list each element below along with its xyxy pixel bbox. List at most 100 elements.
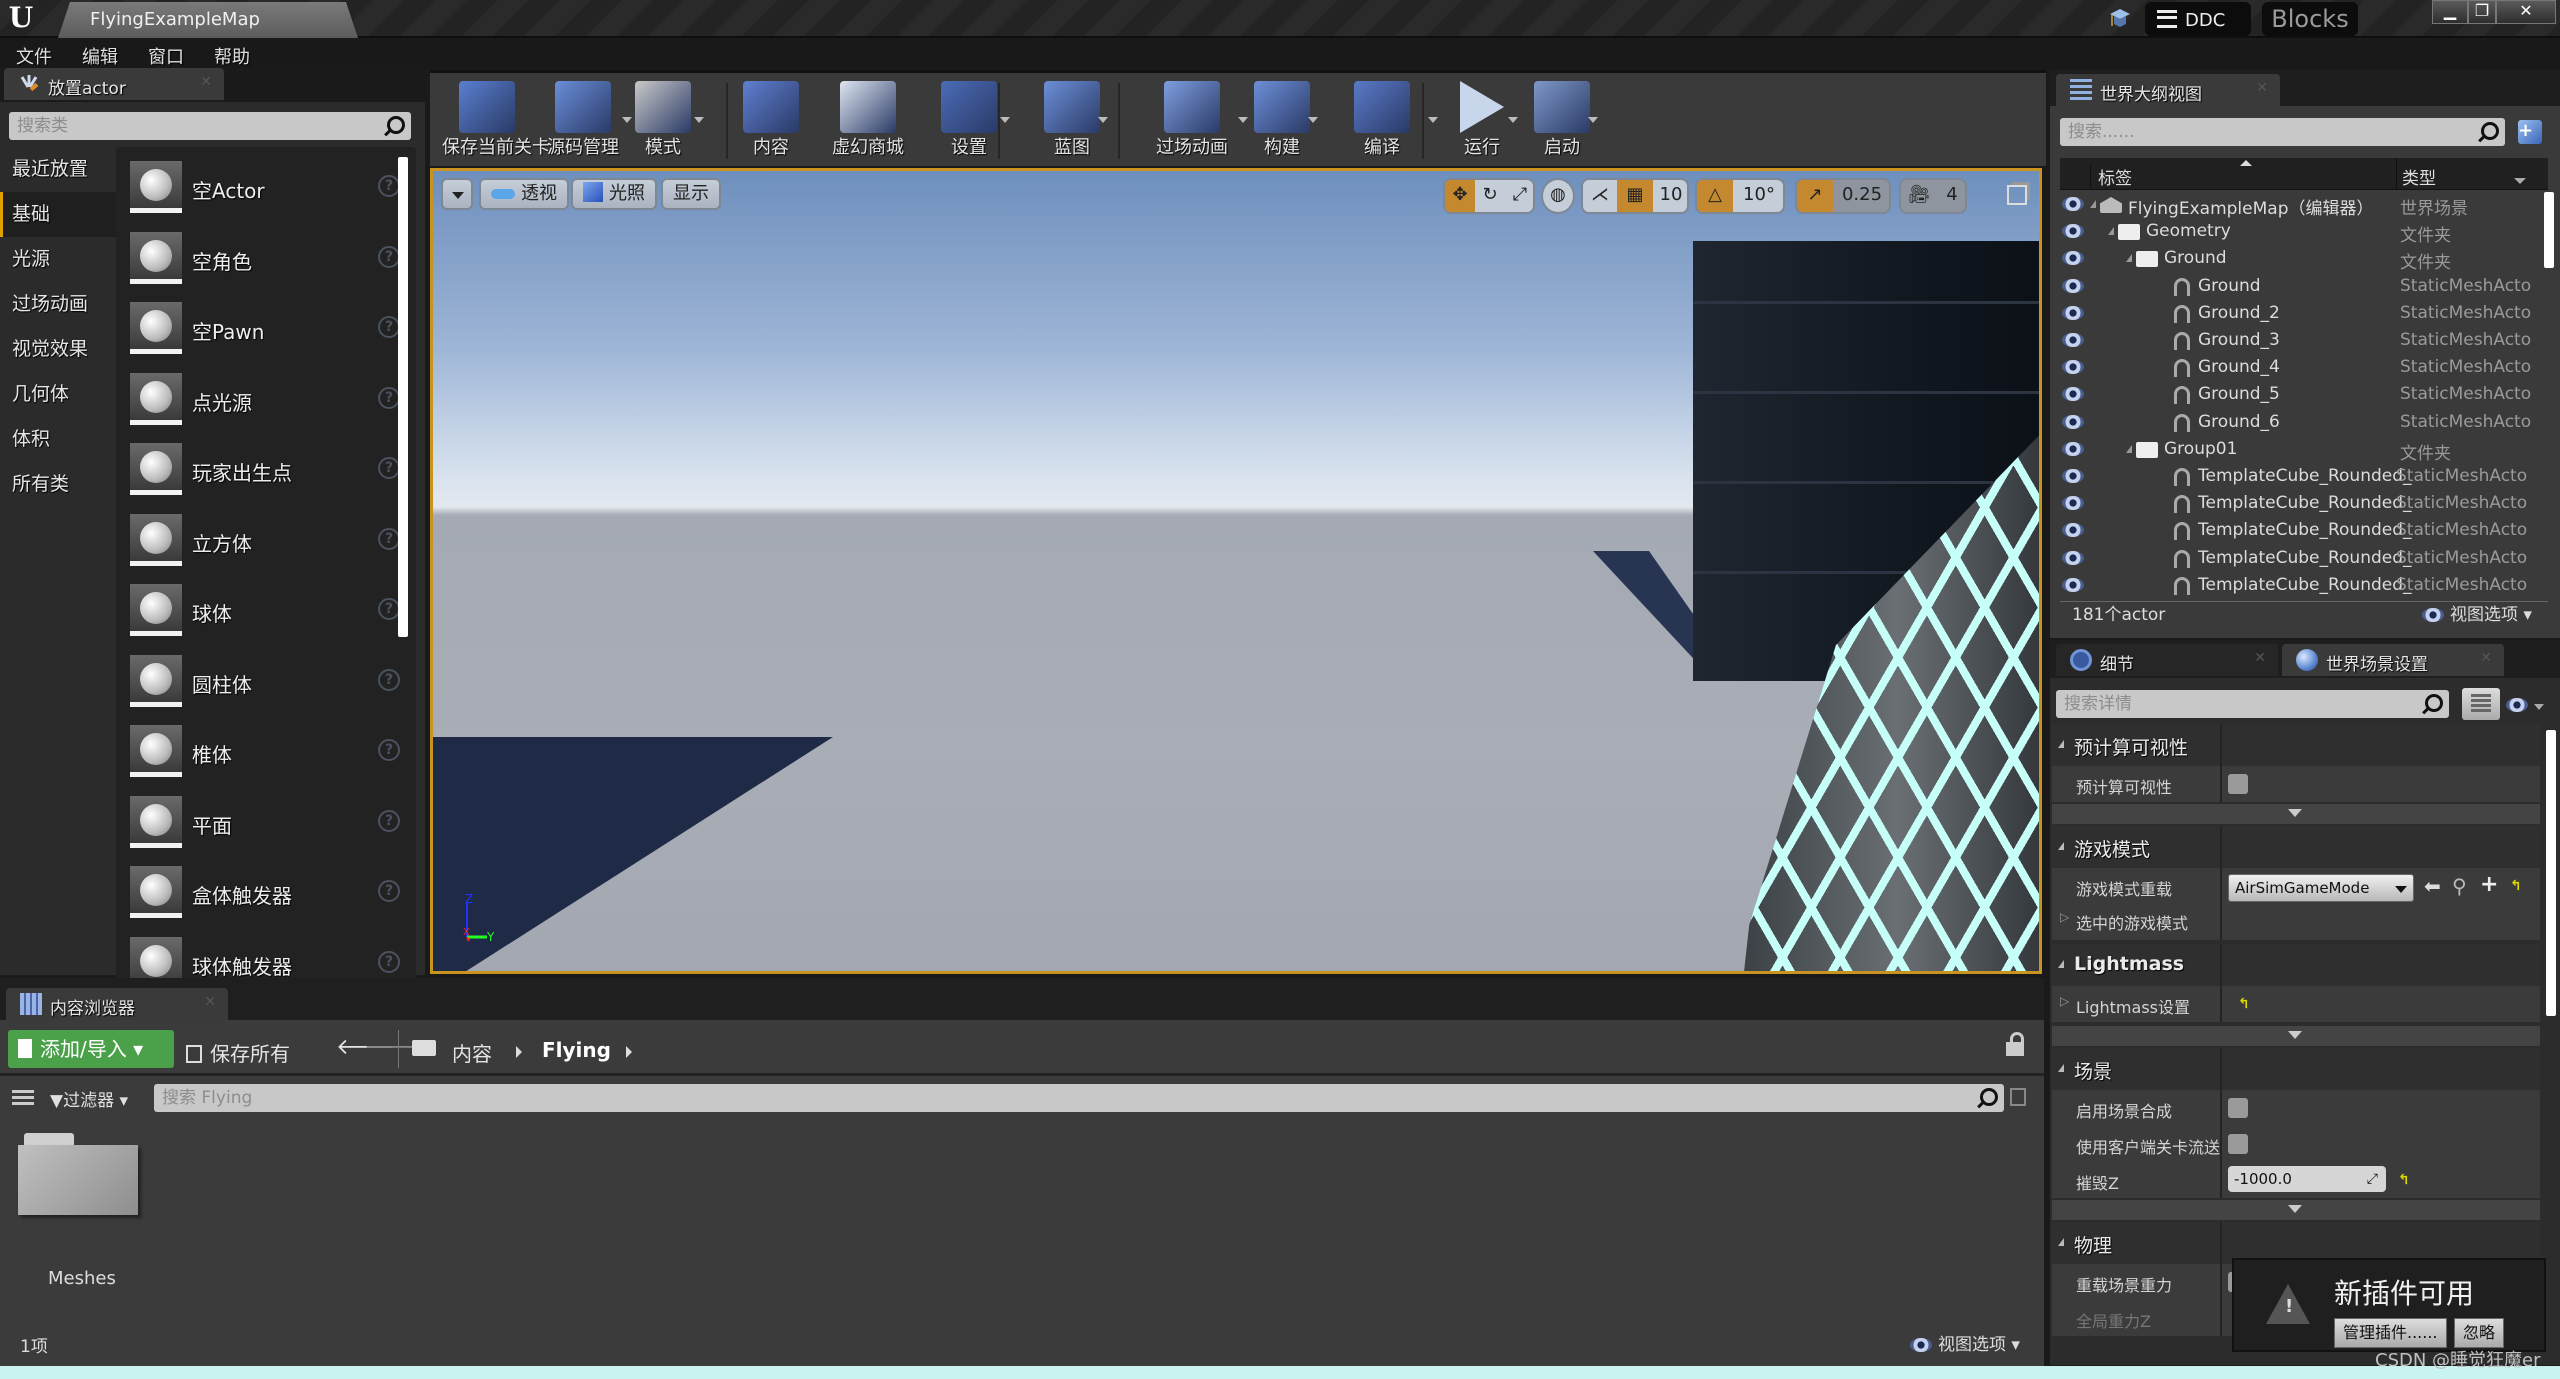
visibility-eye-icon[interactable] (2062, 496, 2084, 511)
actor-list-scrollbar[interactable] (398, 157, 408, 637)
minimize-button[interactable]: ▁ (2432, 0, 2468, 24)
toolbar-build-button[interactable]: 构建 (1252, 77, 1312, 165)
details-tab[interactable]: 细节 ✕ (2056, 644, 2278, 676)
outliner-search-input[interactable]: 搜索...... (2060, 118, 2505, 146)
help-icon[interactable]: ? (378, 809, 400, 832)
visibility-eye-icon[interactable] (2062, 577, 2084, 592)
dropdown-caret-icon[interactable] (1238, 117, 1248, 123)
details-scrollbar[interactable] (2546, 730, 2556, 1016)
section-game-mode[interactable]: 游戏模式 (2052, 826, 2540, 868)
actor-item[interactable]: 盒体触发器? (130, 866, 400, 926)
actor-item[interactable]: 球体? (130, 584, 400, 644)
translate-mode-button[interactable]: ✥ (1445, 180, 1475, 212)
actor-item[interactable]: 圆柱体? (130, 654, 400, 715)
visibility-eye-icon[interactable] (2062, 278, 2084, 293)
help-icon[interactable]: ? (378, 175, 400, 197)
client-streaming-checkbox[interactable] (2228, 1134, 2248, 1154)
category-visual-effects[interactable]: 视觉效果 (0, 327, 116, 372)
show-flags-button[interactable]: 显示 (661, 178, 721, 210)
maximize-viewport-icon[interactable] (2007, 185, 2027, 205)
outliner-row[interactable]: FlyingExampleMap（编辑器） 世界场景 (2060, 192, 2535, 219)
outliner-row[interactable]: TemplateCube_Rounded_ StaticMeshActo (2060, 518, 2535, 545)
dropdown-caret-icon[interactable] (1428, 117, 1438, 123)
toolbar-settings-button[interactable]: 设置 (934, 77, 1004, 165)
create-folder-button[interactable]: + (2518, 120, 2542, 144)
expand-triangle-icon[interactable]: ▷ (2060, 994, 2069, 1008)
outliner-view-options[interactable]: 视图选项 ▾ (2422, 600, 2532, 625)
drag-spin-icon[interactable]: ⤢ (2367, 1166, 2378, 1192)
expand-triangle-icon[interactable]: ▷ (2060, 910, 2069, 924)
ddc-button[interactable]: DDC (2145, 2, 2251, 36)
asset-folder-meshes[interactable] (18, 1133, 138, 1215)
perspective-button[interactable]: 透视 (479, 178, 569, 210)
expand-triangle-icon[interactable] (2108, 227, 2114, 236)
selected-game-mode-label[interactable]: 选中的游戏模式 (2076, 910, 2188, 934)
help-icon[interactable]: ? (378, 668, 400, 691)
outliner-row[interactable]: Ground_5 StaticMeshActo (2060, 382, 2535, 409)
precomputed-visibility-checkbox[interactable] (2228, 774, 2248, 794)
help-icon[interactable]: ? (378, 739, 400, 761)
reset-to-default-icon[interactable]: ↰ (2510, 878, 2522, 894)
menu-window[interactable]: 窗口 (148, 43, 184, 69)
scale-mode-button[interactable]: ⤢ (1505, 180, 1533, 212)
close-tab-icon[interactable]: ✕ (2256, 80, 2268, 96)
section-precomputed-visibility[interactable]: 预计算可视性 (2052, 724, 2540, 766)
category-lights[interactable]: 光源 (0, 237, 116, 282)
actor-item[interactable]: 立方体? (130, 513, 400, 574)
toolbar-source-control-button[interactable]: 源码管理 (540, 77, 626, 165)
help-icon[interactable]: ? (378, 457, 400, 479)
dismiss-button[interactable]: 忽略 (2454, 1318, 2505, 1348)
actor-item[interactable]: 空角色? (130, 231, 400, 292)
close-tab-icon[interactable]: ✕ (2480, 650, 2492, 666)
category-recent[interactable]: 最近放置 (0, 147, 116, 192)
toolbar-modes-button[interactable]: 模式 (628, 77, 698, 165)
reset-to-default-icon[interactable]: ↰ (2238, 996, 2250, 1012)
outliner-row[interactable]: TemplateCube_Rounded_ StaticMeshActo (2060, 464, 2535, 491)
toolbar-blueprint-button[interactable]: 蓝图 (1042, 77, 1102, 165)
use-selected-arrow-icon[interactable]: ⬅ (2424, 874, 2441, 898)
visibility-eye-icon[interactable] (2062, 414, 2084, 429)
section-world[interactable]: 场景 (2052, 1048, 2540, 1090)
toolbar-play-button[interactable]: 运行 (1452, 77, 1512, 165)
column-options-icon[interactable] (2514, 178, 2526, 184)
add-icon[interactable]: + (2480, 872, 2498, 897)
actor-item[interactable]: 空Pawn? (130, 302, 400, 362)
toolbar-content-button[interactable]: 内容 (742, 77, 800, 165)
grid-snap-toggle[interactable]: ▦ (1617, 180, 1653, 212)
help-icon[interactable]: ? (378, 386, 400, 409)
visibility-eye-icon[interactable] (2062, 441, 2084, 456)
category-cinematic[interactable]: 过场动画 (0, 282, 116, 327)
menu-edit[interactable]: 编辑 (82, 43, 118, 69)
toolbar-marketplace-button[interactable]: 虚幻商城 (822, 77, 914, 165)
breadcrumb-flying[interactable]: Flying (542, 1038, 611, 1062)
expand-triangle-icon[interactable] (2126, 444, 2132, 453)
visibility-eye-icon[interactable] (2062, 251, 2084, 266)
visibility-eye-icon[interactable] (2062, 469, 2084, 483)
toolbar-save-button[interactable]: 保存当前关卡 (442, 77, 550, 165)
column-label-header[interactable]: 标签 (2098, 164, 2132, 189)
outliner-row[interactable]: Ground StaticMeshActo (2060, 274, 2535, 301)
dropdown-caret-icon[interactable] (1000, 117, 1010, 123)
toolbar-compile-button[interactable]: 编译 (1332, 77, 1432, 165)
visibility-eye-icon[interactable] (2062, 523, 2084, 538)
details-search-input[interactable]: 搜索详情 (2056, 690, 2449, 718)
toolbar-cinematics-button[interactable]: 过场动画 (1142, 77, 1242, 165)
class-search-input[interactable]: 搜索类 (9, 112, 411, 140)
breadcrumb-separator-icon[interactable] (516, 1046, 522, 1058)
help-icon[interactable]: ? (378, 950, 400, 973)
property-matrix-button[interactable] (2462, 688, 2500, 720)
visibility-eye-icon[interactable] (2062, 550, 2084, 565)
category-volumes[interactable]: 体积 (0, 417, 116, 462)
menu-file[interactable]: 文件 (16, 43, 52, 69)
close-tab-icon[interactable]: ✕ (204, 994, 216, 1010)
game-mode-dropdown[interactable]: AirSimGameMode (2228, 874, 2414, 902)
column-type-header[interactable]: 类型 (2402, 164, 2436, 189)
sources-panel-toggle-icon[interactable] (12, 1090, 34, 1108)
outliner-row[interactable]: TemplateCube_Rounded_ StaticMeshActo (2060, 573, 2535, 600)
outliner-row[interactable]: Group01 文件夹 (2060, 437, 2535, 464)
expand-triangle-icon[interactable] (2090, 200, 2096, 208)
content-view-options[interactable]: 视图选项 ▾ (1910, 1330, 2020, 1355)
visibility-eye-icon[interactable] (2062, 224, 2084, 239)
surface-snap-button[interactable]: ⋌ (1583, 180, 1617, 212)
document-tab[interactable]: FlyingExampleMap (58, 2, 358, 38)
